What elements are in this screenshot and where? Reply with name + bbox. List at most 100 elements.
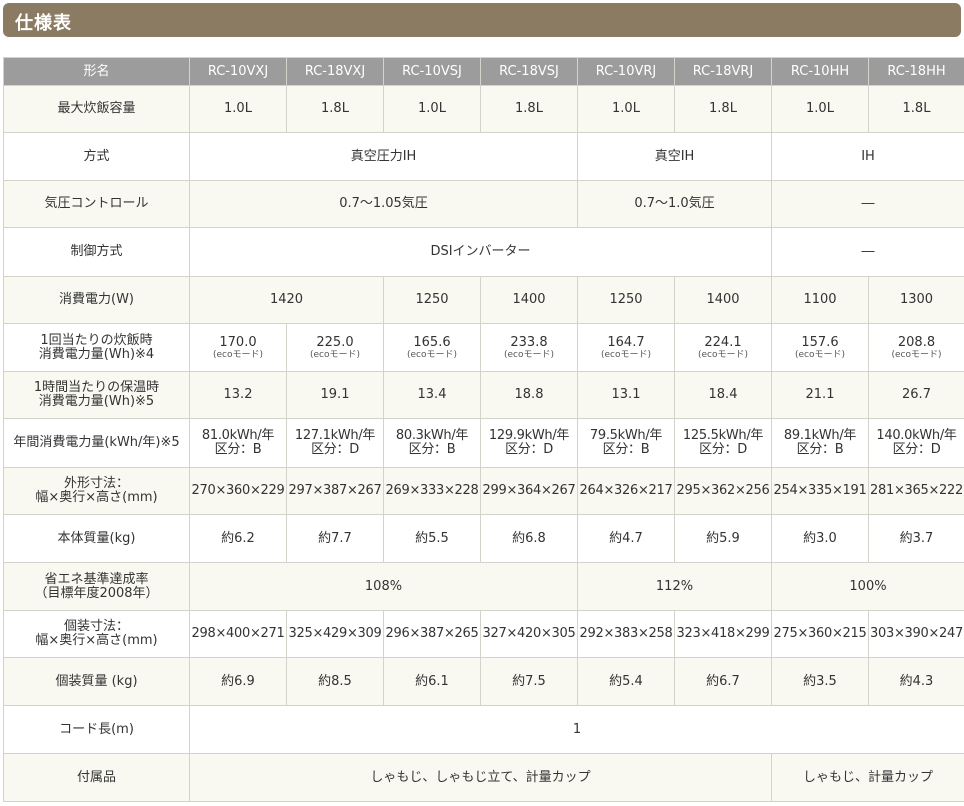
model-name: RC-18VSJ bbox=[480, 57, 578, 86]
cell: 225.0 (ecoモード) bbox=[286, 323, 384, 372]
cell: 約3.0 bbox=[771, 514, 869, 563]
cell: 297×387×267 bbox=[286, 467, 384, 515]
cell: 0.7〜1.0気圧 bbox=[577, 180, 772, 228]
row-keep-warm: 1時間当たりの保温時 消費電力量(Wh)※5 13.2 19.1 13.4 18… bbox=[3, 371, 964, 419]
row-label: コード長(m) bbox=[3, 705, 190, 754]
cell: 327×420×305 bbox=[480, 610, 578, 658]
cell: 約3.5 bbox=[771, 657, 869, 706]
cell-class: 区分：D bbox=[311, 442, 359, 457]
cell: 100% bbox=[771, 562, 964, 611]
cell-value: 79.5kWh/年 bbox=[589, 428, 663, 443]
cell: 約3.7 bbox=[868, 514, 964, 563]
cell: 26.7 bbox=[868, 371, 964, 419]
cell: 269×333×228 bbox=[383, 467, 481, 515]
cell: 125.5kWh/年 区分：D bbox=[674, 418, 772, 468]
cell-value: 170.0 bbox=[219, 334, 257, 350]
row-label-line1: 1時間当たりの保温時 bbox=[33, 380, 160, 395]
cell-value: 127.1kWh/年 bbox=[294, 428, 376, 443]
cell: 1400 bbox=[480, 276, 578, 324]
cell: 1100 bbox=[771, 276, 869, 324]
cell: 140.0kWh/年 区分：D bbox=[868, 418, 964, 468]
cell-class: 区分：B bbox=[602, 442, 650, 457]
cell: 264×326×217 bbox=[577, 467, 675, 515]
cell: 254×335×191 bbox=[771, 467, 869, 515]
cell: 約5.5 bbox=[383, 514, 481, 563]
cell: 18.4 bbox=[674, 371, 772, 419]
cell: 275×360×215 bbox=[771, 610, 869, 658]
row-label: 方式 bbox=[3, 132, 190, 181]
row-label-line2: 幅×奥行×高さ(mm) bbox=[35, 490, 158, 505]
cell-value: 164.7 bbox=[607, 334, 645, 350]
cell: ― bbox=[771, 180, 964, 228]
cell: 298×400×271 bbox=[189, 610, 287, 658]
cell-note: (ecoモード) bbox=[794, 349, 845, 360]
row-label: 年間消費電力量(kWh/年)※5 bbox=[3, 418, 190, 468]
cell: 79.5kWh/年 区分：B bbox=[577, 418, 675, 468]
cell-note: (ecoモード) bbox=[600, 349, 651, 360]
row-outer-size: 外形寸法： 幅×奥行×高さ(mm) 270×360×229 297×387×26… bbox=[3, 467, 964, 515]
cell-class: 区分：B bbox=[796, 442, 844, 457]
cell-note: (ecoモード) bbox=[891, 349, 942, 360]
row-label-line2: （目標年度2008年） bbox=[34, 585, 159, 601]
cell: 1250 bbox=[577, 276, 675, 324]
cell: 約6.2 bbox=[189, 514, 287, 563]
row-label-line2: 消費電力量(Wh)※5 bbox=[38, 394, 155, 409]
cell: 165.6 (ecoモード) bbox=[383, 323, 481, 372]
cell: 約5.4 bbox=[577, 657, 675, 706]
model-name: RC-18VXJ bbox=[286, 57, 384, 86]
cell-value: 140.0kWh/年 bbox=[876, 428, 957, 443]
row-label: 1回当たりの炊飯時 消費電力量(Wh)※4 bbox=[3, 323, 190, 372]
section-title: 仕様表 bbox=[15, 13, 72, 34]
row-label: 個装寸法： 幅×奥行×高さ(mm) bbox=[3, 610, 190, 658]
row-annual-energy: 年間消費電力量(kWh/年)※5 81.0kWh/年 区分：B 127.1kWh/… bbox=[3, 418, 964, 468]
cell: 1250 bbox=[383, 276, 481, 324]
model-name: RC-10VRJ bbox=[577, 57, 675, 86]
row-label: 最大炊飯容量 bbox=[3, 85, 190, 133]
row-package-size: 個装寸法： 幅×奥行×高さ(mm) 298×400×271 325×429×30… bbox=[3, 610, 964, 658]
cell-class: 区分：D bbox=[505, 442, 553, 457]
cell: 約8.5 bbox=[286, 657, 384, 706]
cell-note: (ecoモード) bbox=[406, 349, 457, 360]
row-label-line1: 個装寸法： bbox=[63, 619, 129, 634]
cell-class: 区分：B bbox=[408, 442, 456, 457]
cell: 80.3kWh/年 区分：B bbox=[383, 418, 481, 468]
cell: 0.7〜1.05気圧 bbox=[189, 180, 578, 228]
row-label-line1: 外形寸法： bbox=[63, 476, 129, 491]
cell: DSIインバーター bbox=[189, 227, 772, 277]
row-label: 本体質量(kg) bbox=[3, 514, 190, 563]
cell: 約6.7 bbox=[674, 657, 772, 706]
model-name: RC-10HH bbox=[771, 57, 869, 86]
row-label: 制御方式 bbox=[3, 227, 190, 277]
row-label-line1: 省エネ基準達成率 bbox=[44, 571, 149, 587]
cell: 127.1kWh/年 区分：D bbox=[286, 418, 384, 468]
cell-value: 233.8 bbox=[510, 334, 548, 350]
model-name: RC-10VSJ bbox=[383, 57, 481, 86]
cell: 約7.7 bbox=[286, 514, 384, 563]
cell-class: 区分：D bbox=[699, 442, 747, 457]
header-label: 形名 bbox=[3, 57, 190, 86]
cell: 112% bbox=[577, 562, 772, 611]
cell-note: (ecoモード) bbox=[212, 349, 263, 360]
cell: 208.8 (ecoモード) bbox=[868, 323, 964, 372]
cell: 325×429×309 bbox=[286, 610, 384, 658]
cell: しゃもじ、計量カップ bbox=[771, 753, 964, 802]
cell-note: (ecoモード) bbox=[697, 349, 748, 360]
cell: 18.8 bbox=[480, 371, 578, 419]
section-title-bar: 仕様表 bbox=[3, 3, 961, 37]
row-power: 消費電力(W) 1420 1250 1400 1250 1400 1100 13… bbox=[3, 276, 964, 324]
cell: 303×390×247 bbox=[868, 610, 964, 658]
model-name: RC-18VRJ bbox=[674, 57, 772, 86]
row-cord-length: コード長(m) 1 bbox=[3, 705, 964, 754]
cell: 真空圧力IH bbox=[189, 132, 578, 181]
row-capacity: 最大炊飯容量 1.0L 1.8L 1.0L 1.8L 1.0L 1.8L 1.0… bbox=[3, 85, 964, 133]
cell: 約7.5 bbox=[480, 657, 578, 706]
cell-value: 165.6 bbox=[413, 334, 451, 350]
row-efficiency: 省エネ基準達成率 （目標年度2008年） 108% 112% 100% bbox=[3, 562, 964, 611]
row-accessories: 付属品 しゃもじ、しゃもじ立て、計量カップ しゃもじ、計量カップ bbox=[3, 753, 964, 802]
cell: 164.7 (ecoモード) bbox=[577, 323, 675, 372]
cell-value: 129.9kWh/年 bbox=[488, 428, 570, 443]
cell: 約4.7 bbox=[577, 514, 675, 563]
spec-table: 形名 RC-10VXJ RC-18VXJ RC-10VSJ RC-18VSJ R… bbox=[3, 57, 964, 802]
cell-class: 区分：D bbox=[892, 442, 941, 457]
cell: 296×387×265 bbox=[383, 610, 481, 658]
